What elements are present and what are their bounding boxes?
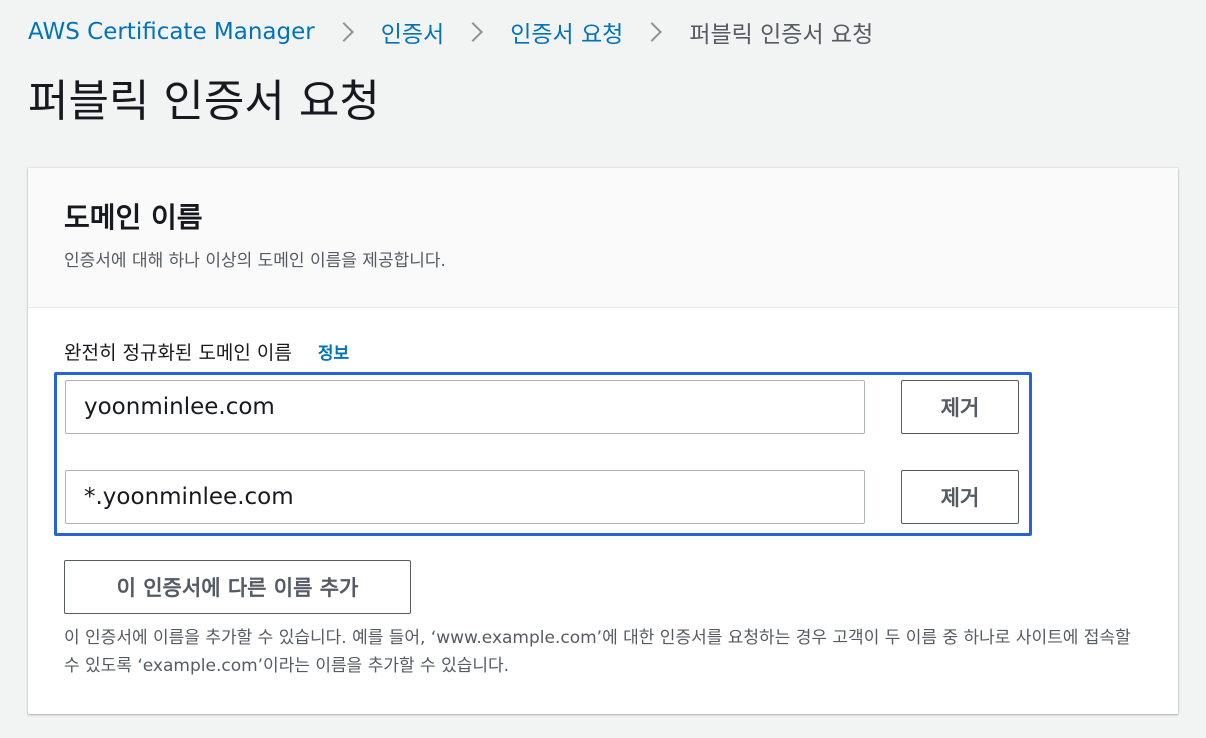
- chevron-right-icon: [463, 22, 484, 42]
- breadcrumb-link-certificates[interactable]: 인증서: [381, 15, 444, 49]
- breadcrumb: AWS Certificate Manager 인증서 인증서 요청 퍼블릭 인…: [28, 14, 873, 50]
- domain-list-highlight: 제거 제거: [54, 372, 1032, 536]
- panel-description: 인증서에 대해 하나 이상의 도메인 이름을 제공합니다.: [64, 251, 446, 271]
- chevron-right-icon: [642, 22, 663, 42]
- breadcrumb-current: 퍼블릭 인증서 요청: [689, 22, 874, 48]
- domain-row: 제거: [65, 470, 1019, 524]
- remove-domain-button[interactable]: 제거: [901, 380, 1019, 434]
- page-title: 퍼블릭 인증서 요청: [28, 76, 380, 127]
- domain-names-panel: 도메인 이름 인증서에 대해 하나 이상의 도메인 이름을 제공합니다. 완전히…: [28, 168, 1178, 714]
- fqdn-field-label: 완전히 정규화된 도메인 이름 정보: [64, 338, 349, 365]
- domain-name-input[interactable]: [65, 380, 865, 434]
- panel-header: 도메인 이름 인증서에 대해 하나 이상의 도메인 이름을 제공합니다.: [28, 168, 1178, 308]
- fqdn-label-text: 완전히 정규화된 도메인 이름: [64, 342, 292, 364]
- remove-domain-button[interactable]: 제거: [901, 470, 1019, 524]
- add-name-help-text: 이 인증서에 이름을 추가할 수 있습니다. 예를 들어, ‘www.examp…: [64, 628, 1131, 676]
- breadcrumb-link-acm[interactable]: AWS Certificate Manager: [28, 19, 315, 45]
- add-another-name-button[interactable]: 이 인증서에 다른 이름 추가: [64, 560, 411, 614]
- panel-title: 도메인 이름: [64, 201, 203, 234]
- chevron-right-icon: [333, 22, 354, 42]
- domain-row: 제거: [65, 380, 1019, 434]
- breadcrumb-link-request-certificate[interactable]: 인증서 요청: [510, 15, 623, 49]
- info-link[interactable]: 정보: [318, 339, 349, 364]
- domain-name-input[interactable]: [65, 470, 865, 524]
